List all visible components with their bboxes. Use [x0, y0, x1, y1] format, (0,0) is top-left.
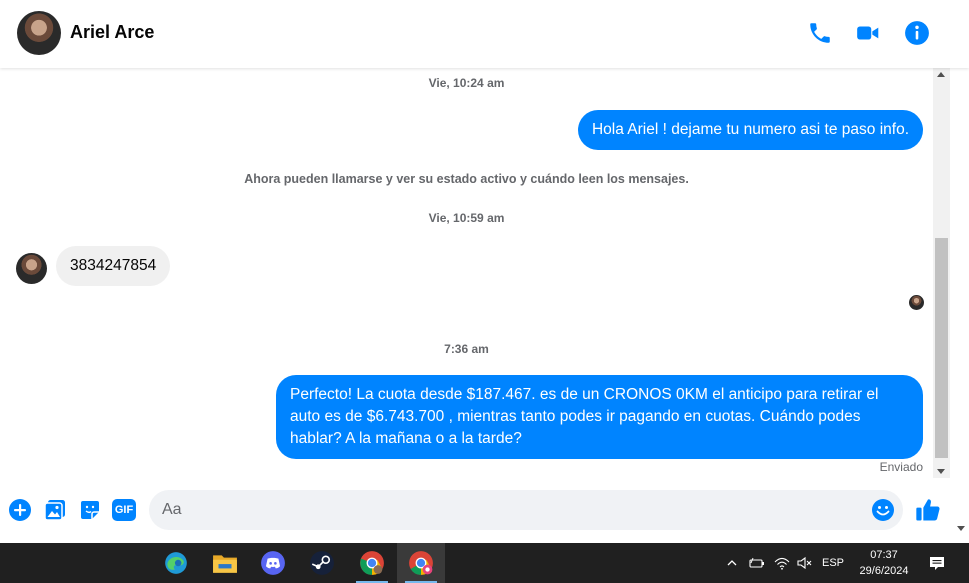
plus-icon[interactable] — [8, 498, 32, 522]
taskbar-edge[interactable] — [152, 543, 200, 583]
message-thread[interactable]: Vie, 10:24 am Hola Ariel ! dejame tu num… — [0, 68, 933, 478]
taskbar-chrome-profile[interactable] — [397, 543, 445, 583]
read-receipt-avatar — [909, 295, 924, 310]
outgoing-message[interactable]: Perfecto! La cuota desde $187.467. es de… — [276, 375, 923, 459]
video-camera-icon[interactable] — [855, 20, 881, 46]
incoming-message[interactable]: 3834247854 — [56, 246, 171, 286]
system-message: Ahora pueden llamarse y ver su estado ac… — [244, 172, 689, 186]
emoji-icon[interactable] — [871, 498, 895, 522]
file-explorer-icon — [213, 555, 237, 573]
taskbar-steam[interactable] — [298, 543, 346, 583]
chrome-profile-icon — [409, 551, 433, 575]
chrome-icon — [360, 551, 384, 575]
edge-icon — [165, 552, 187, 574]
gif-icon[interactable]: GIF — [112, 499, 136, 521]
chat-header: Ariel Arce — [0, 0, 969, 68]
outgoing-message[interactable]: Hola Ariel ! dejame tu numero asi te pas… — [577, 110, 923, 150]
taskbar-chrome[interactable] — [348, 543, 396, 583]
taskbar-file-explorer[interactable] — [201, 543, 249, 583]
system-clock[interactable]: 07:37 29/6/2024 — [852, 547, 916, 579]
scroll-down-arrow-icon[interactable] — [937, 469, 945, 474]
steam-icon — [310, 551, 334, 575]
scroll-thumb[interactable] — [935, 238, 948, 458]
windows-taskbar: ESP 07:37 29/6/2024 — [0, 543, 969, 583]
contact-name[interactable]: Ariel Arce — [70, 22, 154, 43]
messenger-window: Ariel Arce Vie, 10:24 am Hola Ariel ! de… — [0, 0, 969, 543]
phone-icon[interactable] — [807, 20, 833, 46]
scrollbar[interactable] — [933, 68, 950, 478]
battery-icon[interactable] — [746, 543, 768, 583]
message-line: auto es de $6.743.700 , mientras tanto p… — [290, 408, 861, 425]
show-hidden-icons-chevron-icon[interactable] — [722, 543, 742, 583]
message-line: hablar? A la mañana o a la tarde? — [290, 430, 522, 447]
sticker-icon[interactable] — [78, 498, 102, 522]
taskbar-discord[interactable] — [249, 543, 297, 583]
composer: GIF — [0, 478, 969, 543]
gallery-icon[interactable] — [43, 498, 67, 522]
timestamp: 7:36 am — [444, 342, 489, 356]
timestamp: Vie, 10:24 am — [428, 76, 505, 90]
notifications-icon[interactable] — [924, 543, 950, 583]
contact-avatar-small[interactable] — [16, 253, 47, 284]
clock-time: 07:37 — [870, 549, 898, 561]
discord-icon — [261, 551, 285, 575]
info-icon[interactable] — [904, 20, 930, 46]
message-line: Perfecto! La cuota desde $187.467. es de… — [290, 386, 879, 403]
language-indicator[interactable]: ESP — [818, 543, 848, 583]
wifi-icon[interactable] — [771, 543, 793, 583]
scroll-up-arrow-icon[interactable] — [937, 72, 945, 77]
message-input[interactable] — [149, 490, 903, 530]
contact-avatar[interactable] — [17, 11, 61, 55]
timestamp: Vie, 10:59 am — [428, 211, 505, 225]
delivery-status: Enviado — [879, 460, 923, 474]
scroll-down-arrow-icon[interactable] — [957, 526, 965, 531]
volume-muted-icon[interactable] — [794, 543, 816, 583]
thumbs-up-icon[interactable] — [914, 496, 942, 524]
clock-date: 29/6/2024 — [859, 565, 909, 577]
